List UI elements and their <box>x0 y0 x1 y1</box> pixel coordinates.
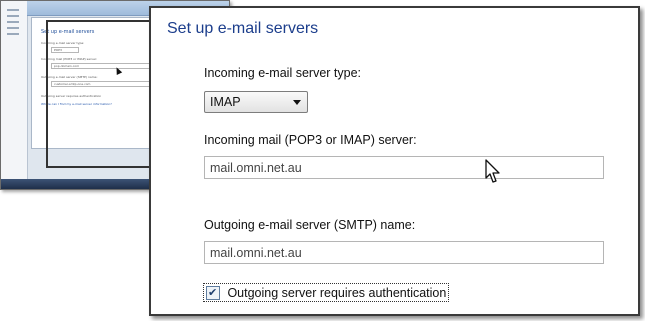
auth-checkbox-row[interactable]: ✔ Outgoing server requires authenticatio… <box>203 283 450 302</box>
incoming-type-label: Incoming e-mail server type: <box>204 66 362 80</box>
incoming-server-label: Incoming mail (POP3 or IMAP) server: <box>204 133 417 147</box>
incoming-type-value: IMAP <box>210 95 241 109</box>
auth-checkbox-label: Outgoing server requires authentication <box>227 285 447 300</box>
thumbnail-help-link: Where can I find my e-mail server inform… <box>41 102 112 106</box>
connector-line <box>46 20 150 22</box>
thumbnail-incoming-type-select: POP3 <box>51 47 79 53</box>
thumbnail-incoming-server-label: Incoming mail (POP3 or IMAP) server: <box>41 57 98 61</box>
zoomed-dialog: Set up e-mail servers Incoming e-mail se… <box>149 6 640 316</box>
check-mark: ✔ <box>208 287 218 300</box>
connector-line <box>46 20 48 168</box>
thumbnail-outgoing-server-label: Outgoing e-mail server (SMTP) name: <box>41 75 98 79</box>
mouse-pointer-icon <box>485 159 500 183</box>
incoming-type-select[interactable]: IMAP <box>204 91 308 113</box>
chevron-down-icon <box>293 100 301 105</box>
thumbnail-title: Set up e-mail servers <box>41 29 95 35</box>
outgoing-server-label: Outgoing e-mail server (SMTP) name: <box>204 218 416 232</box>
incoming-server-field[interactable]: mail.omni.net.au <box>204 156 604 179</box>
connector-line <box>46 166 150 168</box>
checkbox-checked-icon[interactable]: ✔ <box>206 286 220 301</box>
outgoing-server-field[interactable]: mail.omni.net.au <box>204 241 604 264</box>
thumbnail-auth-label: Outgoing server requires authentication <box>41 94 102 98</box>
dialog-title: Set up e-mail servers <box>167 20 319 37</box>
thumbnail-left-pane <box>1 1 28 189</box>
